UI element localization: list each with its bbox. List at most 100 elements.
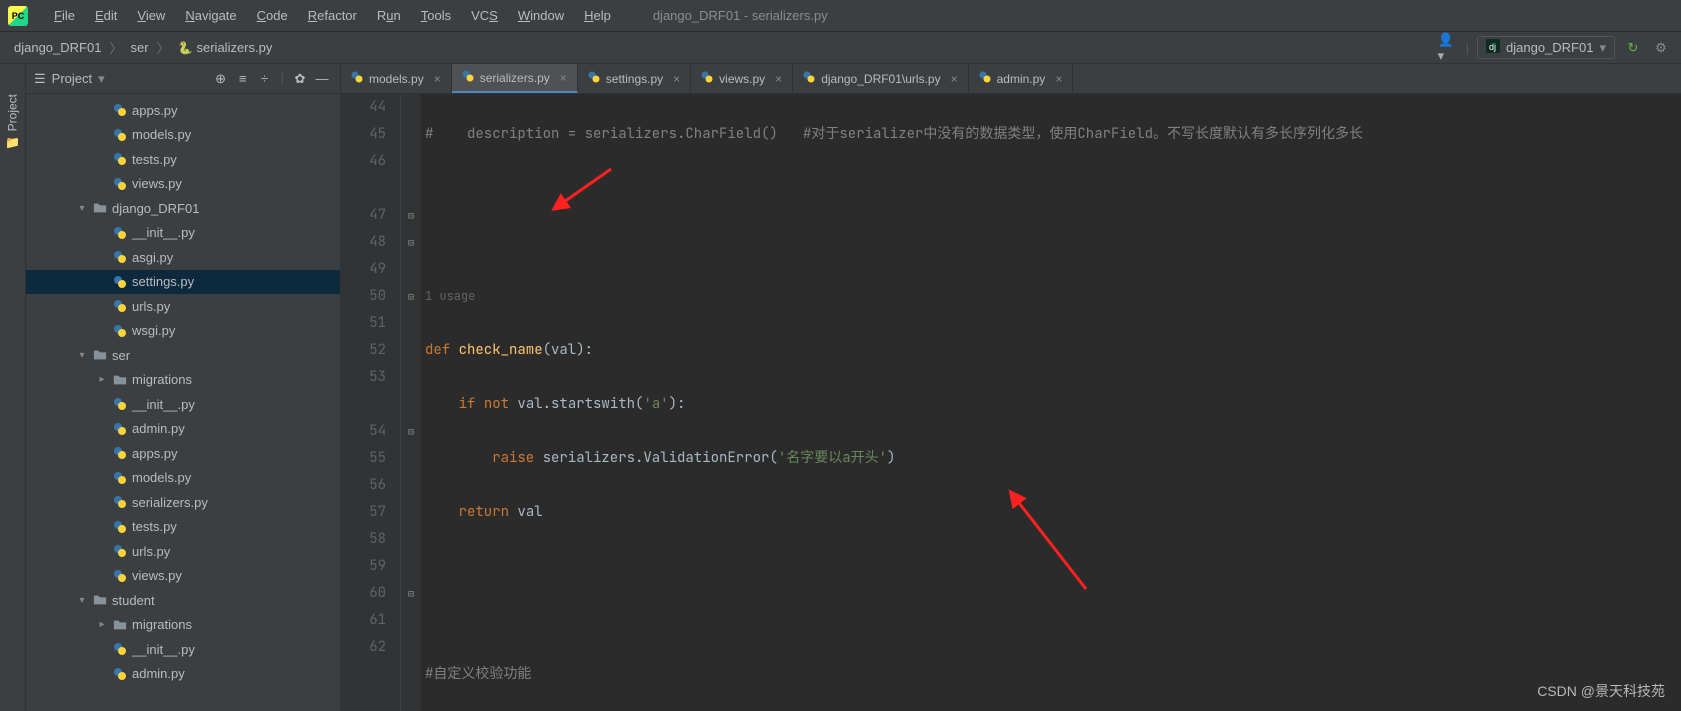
project-tool-tab[interactable]: 📁 Project (1, 84, 24, 159)
line-number: 52 (341, 337, 386, 364)
menu-code[interactable]: Code (247, 4, 298, 27)
tree-item-django-drf01[interactable]: ▾django_DRF01 (26, 196, 340, 221)
fold-marker[interactable] (401, 175, 421, 202)
tree-item-migrations[interactable]: ▸migrations (26, 613, 340, 638)
collapse-all-icon[interactable]: ÷ (255, 69, 275, 89)
menu-vcs[interactable]: VCS (461, 4, 508, 27)
tree-item-models-py[interactable]: models.py (26, 466, 340, 491)
tree-arrow[interactable]: ▾ (76, 350, 88, 361)
titlebar: PC File Edit View Navigate Code Refactor… (0, 0, 1681, 32)
tree-arrow[interactable]: ▸ (96, 619, 108, 630)
tree-arrow[interactable]: ▾ (76, 595, 88, 606)
code-editor[interactable]: 44454647484950515253545556575859606162 ⊟… (341, 94, 1681, 711)
fold-marker[interactable] (401, 310, 421, 337)
menu-refactor[interactable]: Refactor (298, 4, 367, 27)
tree-item---init---py[interactable]: __init__.py (26, 392, 340, 417)
fold-marker[interactable] (401, 526, 421, 553)
tab-views-py[interactable]: views.py× (691, 64, 793, 93)
menu-edit[interactable]: Edit (85, 4, 127, 27)
gutter-fold[interactable]: ⊟⊟⊟⊟⊟ (401, 94, 421, 711)
fold-marker[interactable] (401, 256, 421, 283)
tree-item-ser[interactable]: ▾ser (26, 343, 340, 368)
tab-close-icon[interactable]: × (673, 72, 680, 86)
line-number: 44 (341, 94, 386, 121)
fold-marker[interactable] (401, 391, 421, 418)
tree-item-migrations[interactable]: ▸migrations (26, 368, 340, 393)
tree-item-apps-py[interactable]: apps.py (26, 441, 340, 466)
tree-item---init---py[interactable]: __init__.py (26, 221, 340, 246)
tree-item-wsgi-py[interactable]: wsgi.py (26, 319, 340, 344)
tree-item-tests-py[interactable]: tests.py (26, 515, 340, 540)
breadcrumb-leaf[interactable]: 🐍serializers.py (174, 38, 277, 57)
sidebar-title-label: Project (52, 71, 92, 86)
tree-item-student[interactable]: ▾student (26, 588, 340, 613)
run-circle-icon[interactable]: ↻ (1623, 38, 1643, 58)
tree-item-admin-py[interactable]: admin.py (26, 662, 340, 687)
run-config-selector[interactable]: dj django_DRF01 ▾ (1477, 36, 1615, 59)
line-gutter: 44454647484950515253545556575859606162 (341, 94, 401, 711)
tree-arrow[interactable]: ▸ (96, 374, 108, 385)
menu-window[interactable]: Window (508, 4, 574, 27)
tree-item---init---py[interactable]: __init__.py (26, 637, 340, 662)
tree-item-admin-py[interactable]: admin.py (26, 417, 340, 442)
fold-marker[interactable]: ⊟ (401, 229, 421, 256)
tab-close-icon[interactable]: × (560, 71, 567, 85)
menu-navigate[interactable]: Navigate (175, 4, 246, 27)
tab-close-icon[interactable]: × (434, 72, 441, 86)
menu-run[interactable]: Run (367, 4, 411, 27)
folder-icon (112, 373, 128, 387)
settings-icon[interactable]: ✿ (290, 69, 310, 89)
fold-marker[interactable]: ⊟ (401, 418, 421, 445)
tab-close-icon[interactable]: × (951, 72, 958, 86)
line-number: 61 (341, 607, 386, 634)
fold-marker[interactable] (401, 121, 421, 148)
fold-marker[interactable] (401, 634, 421, 661)
fold-marker[interactable]: ⊟ (401, 580, 421, 607)
fold-marker[interactable] (401, 337, 421, 364)
project-tree[interactable]: apps.pymodels.pytests.pyviews.py▾django_… (26, 94, 340, 711)
tree-item-tests-py[interactable]: tests.py (26, 147, 340, 172)
tree-item-models-py[interactable]: models.py (26, 123, 340, 148)
fold-marker[interactable] (401, 364, 421, 391)
line-number: 56 (341, 472, 386, 499)
tab-serializers-py[interactable]: serializers.py× (452, 64, 578, 93)
tree-item-views-py[interactable]: views.py (26, 564, 340, 589)
tab-django-drf01-urls-py[interactable]: django_DRF01\urls.py× (793, 64, 968, 93)
menu-view[interactable]: View (127, 4, 175, 27)
tab-models-py[interactable]: models.py× (341, 64, 452, 93)
run-settings-icon[interactable]: ⚙ (1651, 38, 1671, 58)
tree-item-urls-py[interactable]: urls.py (26, 294, 340, 319)
tree-item-urls-py[interactable]: urls.py (26, 539, 340, 564)
user-icon[interactable]: 👤▾ (1438, 38, 1458, 58)
tree-item-serializers-py[interactable]: serializers.py (26, 490, 340, 515)
menu-help[interactable]: Help (574, 4, 621, 27)
fold-marker[interactable]: ⊟ (401, 283, 421, 310)
fold-marker[interactable] (401, 445, 421, 472)
menu-file[interactable]: File (44, 4, 85, 27)
select-opened-icon[interactable]: ⊕ (211, 69, 231, 89)
tree-item-views-py[interactable]: views.py (26, 172, 340, 197)
expand-all-icon[interactable]: ≡ (233, 69, 253, 89)
tree-arrow[interactable]: ▾ (76, 203, 88, 214)
tab-close-icon[interactable]: × (1055, 72, 1062, 86)
fold-marker[interactable] (401, 472, 421, 499)
fold-marker[interactable]: ⊟ (401, 202, 421, 229)
python-icon (112, 275, 128, 289)
breadcrumb-mid[interactable]: ser (126, 38, 152, 57)
tree-item-apps-py[interactable]: apps.py (26, 98, 340, 123)
fold-marker[interactable] (401, 499, 421, 526)
fold-marker[interactable] (401, 553, 421, 580)
fold-marker[interactable] (401, 607, 421, 634)
fold-marker[interactable] (401, 148, 421, 175)
menu-tools[interactable]: Tools (411, 4, 461, 27)
code-content[interactable]: # description = serializers.CharField() … (421, 94, 1681, 711)
tab-settings-py[interactable]: settings.py× (578, 64, 691, 93)
tree-item-settings-py[interactable]: settings.py (26, 270, 340, 295)
code-comment: #自定义校验功能 (425, 665, 531, 683)
hide-icon[interactable]: — (312, 69, 332, 89)
breadcrumb-root[interactable]: django_DRF01 (10, 38, 105, 57)
tab-close-icon[interactable]: × (775, 72, 782, 86)
fold-marker[interactable] (401, 94, 421, 121)
tree-item-asgi-py[interactable]: asgi.py (26, 245, 340, 270)
tab-admin-py[interactable]: admin.py× (969, 64, 1074, 93)
